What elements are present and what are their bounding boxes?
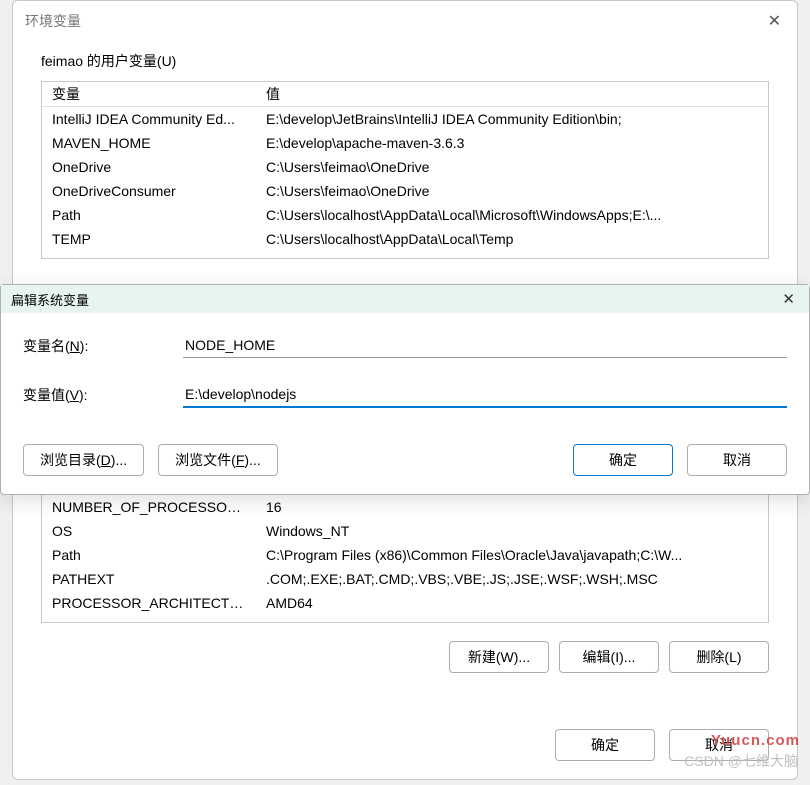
variable-name-label: 变量名(N):: [23, 336, 183, 356]
table-row[interactable]: PathC:\Program Files (x86)\Common Files\…: [42, 543, 768, 567]
close-icon[interactable]: ✕: [764, 7, 785, 35]
table-row[interactable]: MAVEN_HOMEE:\develop\apache-maven-3.6.3: [42, 131, 768, 155]
cancel-button[interactable]: 取消: [687, 444, 787, 476]
system-vars-table[interactable]: NUMBER_OF_PROCESSORS16 OSWindows_NT Path…: [41, 495, 769, 623]
dialog-titlebar: 扁辑系统变量 ✕: [1, 285, 809, 313]
edit-system-variable-dialog: 扁辑系统变量 ✕ 变量名(N): 变量值(V): 浏览目录(D)... 浏览文件…: [0, 284, 810, 495]
variable-name-row: 变量名(N):: [23, 333, 787, 358]
table-row[interactable]: TEMPC:\Users\localhost\AppData\Local\Tem…: [42, 227, 768, 251]
dialog-title: 扁辑系统变量: [11, 290, 89, 309]
variable-name-input[interactable]: [183, 333, 787, 358]
browse-file-button[interactable]: 浏览文件(F)...: [158, 444, 278, 476]
table-row[interactable]: OSWindows_NT: [42, 519, 768, 543]
watermark-csdn: CSDN @七维大脑: [684, 751, 798, 771]
edit-button[interactable]: 编辑(I)...: [559, 641, 659, 673]
new-button[interactable]: 新建(W)...: [449, 641, 549, 673]
variable-value-input[interactable]: [183, 382, 787, 408]
variable-value-row: 变量值(V):: [23, 382, 787, 408]
window-title: 环境变量: [25, 11, 81, 31]
titlebar: 环境变量 ✕: [13, 1, 797, 41]
table-header-row: 变量 值: [42, 82, 768, 107]
table-row[interactable]: PathC:\Users\localhost\AppData\Local\Mic…: [42, 203, 768, 227]
table-row[interactable]: OneDriveC:\Users\feimao\OneDrive: [42, 155, 768, 179]
table-row[interactable]: PROCESSOR_ARCHITECTUREAMD64: [42, 591, 768, 615]
col-variable[interactable]: 变量: [42, 82, 256, 107]
table-row[interactable]: IntelliJ IDEA Community Ed...E:\develop\…: [42, 107, 768, 131]
variable-value-label: 变量值(V):: [23, 385, 183, 405]
browse-directory-button[interactable]: 浏览目录(D)...: [23, 444, 144, 476]
table-row[interactable]: NUMBER_OF_PROCESSORS16: [42, 495, 768, 519]
close-icon[interactable]: ✕: [778, 286, 799, 312]
col-value[interactable]: 值: [256, 82, 768, 107]
watermark-yuucn: Yuucn.com: [711, 732, 800, 749]
ok-button[interactable]: 确定: [573, 444, 673, 476]
delete-button[interactable]: 删除(L): [669, 641, 769, 673]
table-row[interactable]: OneDriveConsumerC:\Users\feimao\OneDrive: [42, 179, 768, 203]
user-vars-heading: feimao 的用户变量(U): [41, 51, 769, 71]
table-row[interactable]: PATHEXT.COM;.EXE;.BAT;.CMD;.VBS;.VBE;.JS…: [42, 567, 768, 591]
sys-vars-buttons: 新建(W)... 编辑(I)... 删除(L): [13, 623, 797, 687]
user-vars-table[interactable]: 变量 值 IntelliJ IDEA Community Ed...E:\dev…: [41, 81, 769, 259]
ok-button[interactable]: 确定: [555, 729, 655, 761]
